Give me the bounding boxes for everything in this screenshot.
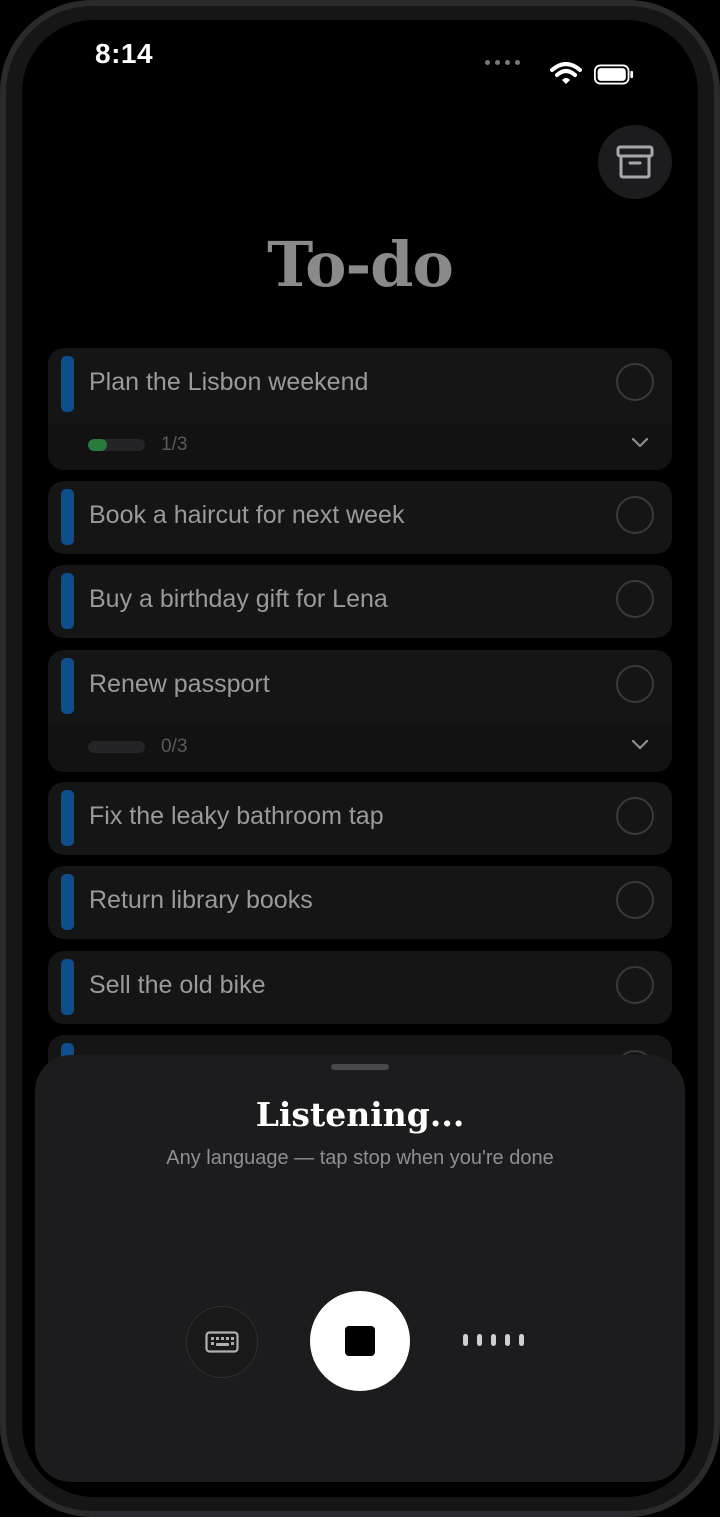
wifi-icon xyxy=(550,62,582,84)
subtask-count: 1/3 xyxy=(161,434,188,455)
task-card[interactable]: Book a haircut for next week xyxy=(48,481,672,554)
sheet-title: Listening... xyxy=(255,1095,465,1134)
task-checkbox[interactable] xyxy=(616,881,654,919)
task-accent-bar xyxy=(61,658,74,714)
archive-box-icon xyxy=(616,145,654,179)
subtask-progress-bar xyxy=(88,439,145,451)
task-label: Sell the old bike xyxy=(89,971,266,999)
archive-button[interactable] xyxy=(598,125,672,199)
task-accent-bar xyxy=(61,356,74,412)
battery-icon xyxy=(594,64,634,85)
task-label: Book a haircut for next week xyxy=(89,501,405,529)
keyboard-button[interactable] xyxy=(186,1306,258,1378)
task-checkbox[interactable] xyxy=(616,363,654,401)
task-label: Return library books xyxy=(89,886,313,914)
keyboard-icon xyxy=(205,1331,239,1353)
sheet-subtitle: Any language — tap stop when you're done xyxy=(166,1147,554,1169)
task-card[interactable]: Plan the Lisbon weekend 1/3 xyxy=(48,348,672,470)
task-checkbox[interactable] xyxy=(616,797,654,835)
task-accent-bar xyxy=(61,489,74,545)
task-checkbox[interactable] xyxy=(616,496,654,534)
task-card[interactable]: Renew passport 0/3 xyxy=(48,650,672,772)
task-checkbox[interactable] xyxy=(616,665,654,703)
subtask-count: 0/3 xyxy=(161,736,188,757)
task-card[interactable]: Buy a birthday gift for Lena xyxy=(48,565,672,638)
task-checkbox[interactable] xyxy=(616,580,654,618)
cellular-signal-icon xyxy=(485,60,520,65)
stop-recording-button[interactable] xyxy=(310,1291,410,1391)
chevron-down-icon[interactable] xyxy=(632,438,648,448)
task-label: Fix the leaky bathroom tap xyxy=(89,802,384,830)
task-label: Renew passport xyxy=(89,670,270,698)
subtask-progress-bar xyxy=(88,741,145,753)
voice-input-sheet: Listening... Any language — tap stop whe… xyxy=(35,1055,685,1482)
task-card[interactable]: Return library books xyxy=(48,866,672,939)
task-card[interactable]: Fix the leaky bathroom tap xyxy=(48,782,672,855)
task-checkbox[interactable] xyxy=(616,966,654,1004)
stop-icon xyxy=(345,1326,375,1356)
task-accent-bar xyxy=(61,874,74,930)
chevron-down-icon[interactable] xyxy=(632,740,648,750)
waveform-icon xyxy=(463,1334,524,1346)
page-title: To-do xyxy=(267,228,454,301)
task-label: Plan the Lisbon weekend xyxy=(89,368,369,396)
task-accent-bar xyxy=(61,790,74,846)
status-time: 8:14 xyxy=(95,38,154,69)
sheet-grabber[interactable] xyxy=(331,1064,389,1070)
subtask-summary[interactable]: 1/3 xyxy=(48,423,672,470)
task-card[interactable]: Sell the old bike xyxy=(48,951,672,1024)
task-accent-bar xyxy=(61,959,74,1015)
task-accent-bar xyxy=(61,573,74,629)
task-label: Buy a birthday gift for Lena xyxy=(89,585,388,613)
subtask-summary[interactable]: 0/3 xyxy=(48,725,672,772)
